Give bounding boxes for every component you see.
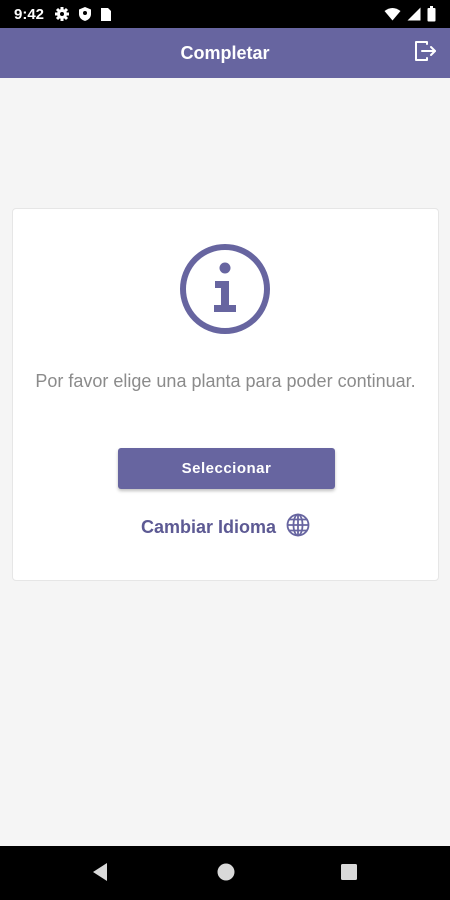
status-time: 9:42 <box>14 5 45 23</box>
info-message: Por favor elige una planta para poder co… <box>35 371 416 391</box>
shield-icon <box>78 6 92 22</box>
status-bar: 9:42 <box>0 0 450 28</box>
select-button[interactable]: Seleccionar <box>118 448 335 489</box>
change-language-label: Cambiar Idioma <box>140 517 277 537</box>
change-language-link[interactable]: Cambiar Idioma <box>13 513 438 542</box>
back-icon <box>91 862 109 887</box>
select-plant-card: Por favor elige una planta para poder co… <box>12 208 439 581</box>
status-left-icons <box>54 6 112 22</box>
home-button[interactable] <box>215 863 237 885</box>
app-bar: Completar <box>0 28 450 78</box>
home-icon <box>216 862 236 887</box>
page-title: Completar <box>180 42 270 63</box>
signal-icon <box>407 7 421 21</box>
wifi-icon <box>384 7 401 21</box>
info-icon <box>179 243 271 335</box>
logout-icon <box>413 39 437 68</box>
sim-card-icon <box>100 7 112 22</box>
status-right-icons <box>384 6 436 22</box>
navigation-bar <box>0 846 450 900</box>
recents-icon <box>340 863 358 886</box>
globe-icon <box>286 513 310 542</box>
battery-icon <box>427 6 436 22</box>
recents-button[interactable] <box>338 863 360 885</box>
settings-icon <box>54 6 70 22</box>
logout-button[interactable] <box>412 40 438 66</box>
back-button[interactable] <box>89 862 111 887</box>
